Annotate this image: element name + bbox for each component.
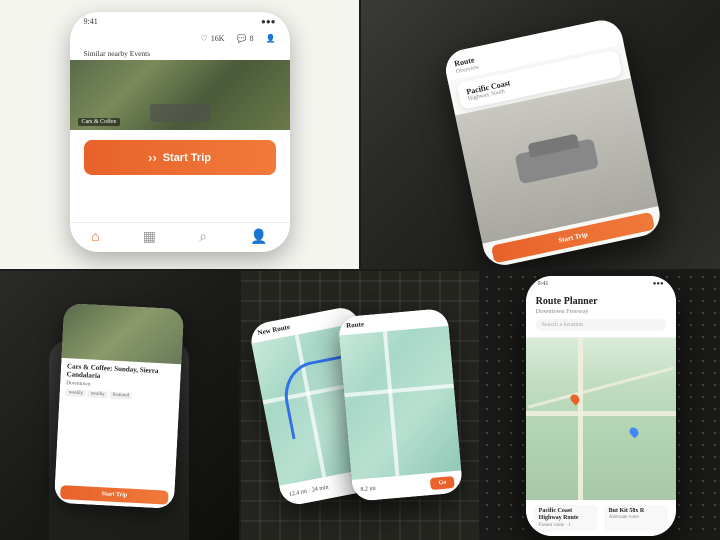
- bl-content: Cars & Coffee: Sunday, Sierra Candalaria…: [55, 357, 181, 486]
- car-illustration: [514, 137, 598, 183]
- map-road-v-2: [383, 331, 400, 476]
- bm-go-button-2[interactable]: Go: [430, 476, 455, 490]
- event-hero-image: Cars & Coffee: [70, 60, 290, 130]
- bl-hero-image: [62, 302, 185, 363]
- comment-icon: 💬: [237, 34, 247, 43]
- bl-tag-nearby: nearby: [88, 390, 108, 398]
- event-card-label: Cars & Coffee: [78, 118, 121, 126]
- grid-background: New Route 12.4 mi · 24 min Go: [241, 271, 480, 540]
- social-bar: ♡ 16K 💬 8 👤: [70, 30, 290, 47]
- br-route-subtitle: Downtown Freeway: [536, 308, 666, 315]
- time-display: 9:41: [84, 17, 98, 26]
- bl-start-trip-button[interactable]: Start Trip: [60, 485, 169, 505]
- br-destination-2[interactable]: But Kit 58x R Alternate route: [604, 505, 668, 530]
- br-road-h2: [528, 367, 674, 409]
- phone-mockup-tr: Route Overview Pacific Coast Highway Sou…: [441, 16, 663, 269]
- map-road-h-2: [344, 384, 454, 398]
- status-bar: 9:41 ●●●: [70, 12, 290, 30]
- profile-icon: 👤: [266, 34, 276, 43]
- br-status-bar: 9:41 ●●●: [526, 276, 676, 292]
- br-road-h: [526, 411, 676, 416]
- start-trip-button[interactable]: Start Trip: [84, 140, 276, 175]
- br-dest-name-2: But Kit 58x R: [609, 508, 663, 515]
- br-map: [526, 338, 676, 501]
- br-bottom-card: Pacific Coast Highway Route Fastest rout…: [526, 500, 676, 535]
- home-nav-icon[interactable]: ⌂: [91, 230, 99, 246]
- stone-background: Route Overview Pacific Coast Highway Sou…: [361, 0, 720, 269]
- br-time: 9:41: [538, 281, 549, 287]
- bm-route-info-2: 8.2 mi: [360, 486, 376, 493]
- phone-screen-bm-2: Route 8.2 mi Go: [337, 308, 463, 502]
- battery-indicator: ●●●: [261, 17, 276, 26]
- hand-background: Cars & Coffee: Sunday, Sierra Candalaria…: [0, 271, 239, 540]
- br-battery: ●●●: [653, 281, 664, 287]
- phone-mockup-tl: 9:41 ●●● ♡ 16K 💬 8 👤 Similar nearby Even…: [70, 12, 290, 252]
- search-nav-icon[interactable]: ⌕: [199, 230, 207, 246]
- br-dest-name-1: Pacific Coast Highway Route: [539, 508, 593, 522]
- top-left-panel: 9:41 ●●● ♡ 16K 💬 8 👤 Similar nearby Even…: [0, 0, 359, 269]
- br-header: Route Planner Downtown Freeway Search a …: [526, 292, 676, 338]
- phone-mockup-bl: Cars & Coffee: Sunday, Sierra Candalaria…: [54, 302, 184, 508]
- comments-count: 💬 8: [237, 34, 254, 43]
- bl-tag-featured: featured: [110, 391, 133, 399]
- bottom-right-panel: 9:41 ●●● Route Planner Downtown Freeway …: [481, 271, 720, 540]
- chevron-icon: [148, 150, 157, 165]
- br-destination-1[interactable]: Pacific Coast Highway Route Fastest rout…: [534, 505, 598, 530]
- bottom-nav: ⌂ ▦ ⌕ 👤: [70, 222, 290, 252]
- phone-screen-tl: 9:41 ●●● ♡ 16K 💬 8 👤 Similar nearby Even…: [70, 12, 290, 252]
- profile-nav-icon[interactable]: 👤: [250, 229, 267, 246]
- br-destination-pin-2: [628, 426, 641, 439]
- likes-count: ♡ 16K: [201, 34, 225, 43]
- phone-screen-bl: Cars & Coffee: Sunday, Sierra Candalaria…: [54, 302, 184, 508]
- phone-mockup-br: 9:41 ●●● Route Planner Downtown Freeway …: [526, 276, 676, 536]
- bm-route-info: 12.4 mi · 24 min: [289, 484, 330, 498]
- bottom-left-panel: Cars & Coffee: Sunday, Sierra Candalaria…: [0, 271, 239, 540]
- br-dest-sub-1: Fastest route · 1: [539, 523, 593, 528]
- br-dest-sub-2: Alternate route: [609, 515, 663, 520]
- br-road-v: [578, 338, 583, 501]
- bm-map-2: [339, 326, 461, 480]
- br-search-box[interactable]: Search a location: [536, 319, 666, 331]
- bl-tag-weekly: weekly: [66, 388, 87, 396]
- top-right-panel: Route Overview Pacific Coast Highway Sou…: [361, 0, 720, 269]
- heart-icon: ♡: [201, 34, 208, 43]
- phone-screen-br: 9:41 ●●● Route Planner Downtown Freeway …: [526, 276, 676, 536]
- phone-mockup-bm-2: Route 8.2 mi Go: [337, 308, 463, 502]
- nearby-events-label: Similar nearby Events: [70, 47, 290, 60]
- map-nav-icon[interactable]: ▦: [143, 229, 156, 246]
- phone-screen-tr: Route Overview Pacific Coast Highway Sou…: [441, 16, 663, 269]
- dotted-background: 9:41 ●●● Route Planner Downtown Freeway …: [481, 271, 720, 540]
- bottom-row: Cars & Coffee: Sunday, Sierra Candalaria…: [0, 271, 720, 540]
- br-route-title: Route Planner: [536, 296, 666, 307]
- phones-group: New Route 12.4 mi · 24 min Go: [241, 299, 480, 513]
- bottom-middle-panel: New Route 12.4 mi · 24 min Go: [241, 271, 480, 540]
